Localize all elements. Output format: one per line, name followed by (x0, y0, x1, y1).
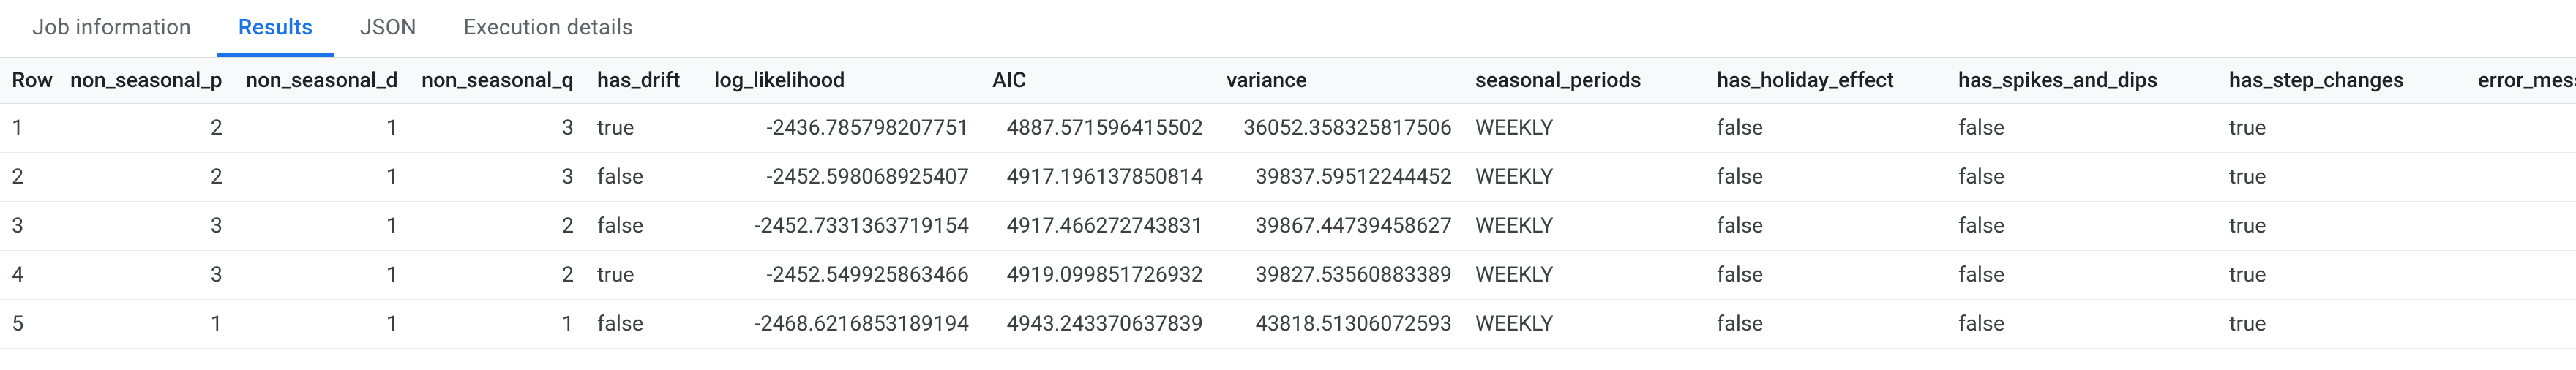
cell-seasonal-periods: WEEKLY (1464, 300, 1705, 349)
col-has-drift[interactable]: has_drift (585, 58, 703, 104)
col-aic[interactable]: AIC (981, 58, 1215, 104)
col-log-likelihood[interactable]: log_likelihood (703, 58, 981, 104)
cell-error-message (2466, 202, 2576, 251)
cell-has-drift: false (585, 202, 703, 251)
cell-seasonal-periods: WEEKLY (1464, 104, 1705, 153)
cell-error-message (2466, 251, 2576, 300)
cell-non-seasonal-d: 1 (234, 300, 410, 349)
col-row[interactable]: Row (0, 58, 59, 104)
cell-variance: 39867.44739458627 (1215, 202, 1464, 251)
cell-has-holiday-effect: false (1705, 153, 1947, 202)
cell-has-step-changes: true (2217, 153, 2466, 202)
cell-has-spikes-and-dips: false (1947, 153, 2217, 202)
col-has-step-changes[interactable]: has_step_changes (2217, 58, 2466, 104)
col-has-holiday-effect[interactable]: has_holiday_effect (1705, 58, 1947, 104)
cell-row: 5 (0, 300, 59, 349)
cell-has-spikes-and-dips: false (1947, 104, 2217, 153)
cell-non-seasonal-q: 2 (410, 202, 585, 251)
cell-aic: 4917.196137850814 (981, 153, 1215, 202)
cell-non-seasonal-q: 2 (410, 251, 585, 300)
cell-log-likelihood: -2452.7331363719154 (703, 202, 981, 251)
results-table: Row non_seasonal_p non_seasonal_d non_se… (0, 58, 2576, 349)
table-header-row: Row non_seasonal_p non_seasonal_d non_se… (0, 58, 2576, 104)
tab-execution-details[interactable]: Execution details (443, 0, 654, 57)
cell-log-likelihood: -2468.6216853189194 (703, 300, 981, 349)
cell-log-likelihood: -2452.598068925407 (703, 153, 981, 202)
cell-log-likelihood: -2436.785798207751 (703, 104, 981, 153)
tab-results[interactable]: Results (217, 0, 333, 57)
col-error-message[interactable]: error_message (2466, 58, 2576, 104)
cell-has-drift: false (585, 300, 703, 349)
tabs-bar: Job informationResultsJSONExecution deta… (0, 0, 2576, 58)
col-non-seasonal-d[interactable]: non_seasonal_d (234, 58, 410, 104)
cell-non-seasonal-p: 3 (59, 202, 234, 251)
cell-has-step-changes: true (2217, 251, 2466, 300)
cell-log-likelihood: -2452.549925863466 (703, 251, 981, 300)
cell-seasonal-periods: WEEKLY (1464, 153, 1705, 202)
cell-has-step-changes: true (2217, 104, 2466, 153)
cell-row: 2 (0, 153, 59, 202)
cell-non-seasonal-d: 1 (234, 153, 410, 202)
cell-non-seasonal-p: 1 (59, 300, 234, 349)
cell-non-seasonal-d: 1 (234, 202, 410, 251)
cell-row: 1 (0, 104, 59, 153)
cell-non-seasonal-q: 3 (410, 104, 585, 153)
cell-aic: 4919.099851726932 (981, 251, 1215, 300)
cell-non-seasonal-p: 2 (59, 104, 234, 153)
cell-has-holiday-effect: false (1705, 251, 1947, 300)
tab-json[interactable]: JSON (340, 0, 438, 57)
cell-has-spikes-and-dips: false (1947, 202, 2217, 251)
tab-job-information[interactable]: Job information (12, 0, 211, 57)
cell-has-drift: false (585, 153, 703, 202)
table-row[interactable]: 2213false-2452.5980689254074917.19613785… (0, 153, 2576, 202)
cell-seasonal-periods: WEEKLY (1464, 251, 1705, 300)
cell-error-message (2466, 153, 2576, 202)
cell-variance: 39837.59512244452 (1215, 153, 1464, 202)
cell-non-seasonal-d: 1 (234, 104, 410, 153)
cell-non-seasonal-q: 3 (410, 153, 585, 202)
cell-variance: 36052.358325817506 (1215, 104, 1464, 153)
cell-aic: 4943.243370637839 (981, 300, 1215, 349)
cell-has-spikes-and-dips: false (1947, 300, 2217, 349)
cell-has-drift: true (585, 104, 703, 153)
cell-non-seasonal-d: 1 (234, 251, 410, 300)
cell-has-holiday-effect: false (1705, 202, 1947, 251)
cell-has-holiday-effect: false (1705, 104, 1947, 153)
cell-variance: 39827.53560883389 (1215, 251, 1464, 300)
cell-non-seasonal-q: 1 (410, 300, 585, 349)
cell-seasonal-periods: WEEKLY (1464, 202, 1705, 251)
col-variance[interactable]: variance (1215, 58, 1464, 104)
cell-has-step-changes: true (2217, 300, 2466, 349)
table-row[interactable]: 1213true-2436.7857982077514887.571596415… (0, 104, 2576, 153)
table-row[interactable]: 4312true-2452.5499258634664919.099851726… (0, 251, 2576, 300)
col-seasonal-periods[interactable]: seasonal_periods (1464, 58, 1705, 104)
cell-non-seasonal-p: 3 (59, 251, 234, 300)
col-non-seasonal-q[interactable]: non_seasonal_q (410, 58, 585, 104)
cell-has-drift: true (585, 251, 703, 300)
table-row[interactable]: 5111false-2468.62168531891944943.2433706… (0, 300, 2576, 349)
cell-has-step-changes: true (2217, 202, 2466, 251)
cell-has-spikes-and-dips: false (1947, 251, 2217, 300)
col-non-seasonal-p[interactable]: non_seasonal_p (59, 58, 234, 104)
cell-error-message (2466, 104, 2576, 153)
table-row[interactable]: 3312false-2452.73313637191544917.4662727… (0, 202, 2576, 251)
cell-aic: 4887.571596415502 (981, 104, 1215, 153)
cell-non-seasonal-p: 2 (59, 153, 234, 202)
cell-has-holiday-effect: false (1705, 300, 1947, 349)
cell-error-message (2466, 300, 2576, 349)
cell-row: 4 (0, 251, 59, 300)
cell-row: 3 (0, 202, 59, 251)
cell-variance: 43818.51306072593 (1215, 300, 1464, 349)
cell-aic: 4917.466272743831 (981, 202, 1215, 251)
col-has-spikes-and-dips[interactable]: has_spikes_and_dips (1947, 58, 2217, 104)
